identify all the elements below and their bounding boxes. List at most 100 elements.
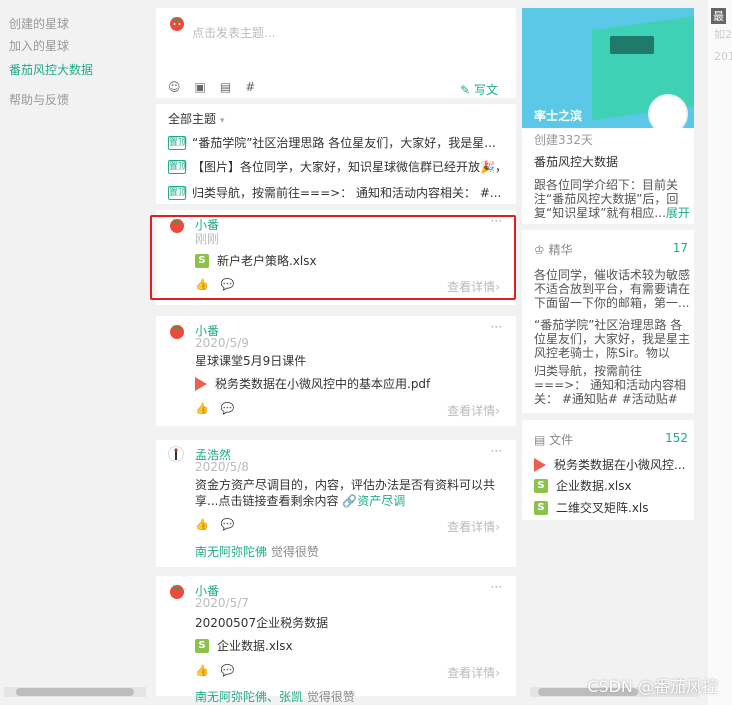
post-actions: 👍 💬: [195, 518, 234, 531]
post-text-container: 资金方资产尽调目的，内容，评估办法是否有资料可以共享...点击链接查看剩余内容 …: [195, 477, 500, 509]
comment-icon[interactable]: 💬: [221, 664, 235, 677]
more-icon[interactable]: ···: [491, 444, 502, 458]
pin-tag: 置顶: [168, 159, 188, 174]
hashtag-icon[interactable]: #: [245, 80, 255, 94]
pdf-file-icon: [195, 376, 207, 391]
hashtag-link[interactable]: 🔗资产尽调: [342, 494, 405, 508]
far-right-panel: 最 如2 201: [708, 0, 732, 705]
group-title: 番茄风控大数据: [534, 155, 619, 169]
pinned-item[interactable]: 置顶 归类导航，按需前往===>： 通知和活动内容相关： #...: [168, 184, 508, 201]
group-banner: 率士之滨: [522, 8, 694, 128]
more-icon[interactable]: ···: [491, 580, 502, 594]
digest-header[interactable]: ♔ 精华: [534, 241, 573, 258]
banner-shape: [610, 36, 654, 54]
tomato-avatar-icon: [168, 322, 186, 343]
pinned-item[interactable]: 置顶 【图片】各位同学，大家好，知识星球微信群已经开放🎉，: [168, 158, 508, 175]
watermark: CSDN @番茄风控: [587, 677, 718, 696]
owner-avatar[interactable]: [648, 94, 688, 128]
view-detail-link[interactable]: 查看详情›: [447, 664, 500, 681]
user-avatar-icon: [168, 446, 184, 465]
post-actions: 👍 💬: [195, 402, 234, 415]
sidebar-item-help[interactable]: 帮助与反馈: [9, 91, 69, 108]
pinned-topics: 全部主题 ▾ 置顶 “番茄学院”社区治理思路 各位星友们，大家好，我是星... 置…: [156, 104, 516, 204]
likes-line: 南无阿弥陀佛、张凯 觉得很赞: [195, 688, 355, 705]
pinned-item[interactable]: 置顶 “番茄学院”社区治理思路 各位星友们，大家好，我是星...: [168, 134, 508, 151]
write-article-label: 写文: [473, 83, 498, 97]
sidebar-item-created[interactable]: 创建的星球: [9, 15, 69, 32]
file-name: 企业数据.xlsx: [556, 479, 632, 493]
pdf-file-icon: [534, 457, 546, 472]
file-item[interactable]: 税务类数据在小微风控...: [534, 456, 690, 473]
pinned-item-text: 【图片】各位同学，大家好，知识星球微信群已经开放🎉，: [192, 160, 507, 174]
attachment-name: 税务类数据在小微风控中的基本应用.pdf: [215, 377, 431, 391]
likes-suffix: 觉得很赞: [306, 690, 355, 704]
write-article-button[interactable]: ✎ 写文: [460, 81, 498, 98]
like-icon[interactable]: 👍: [195, 402, 209, 415]
excel-file-icon: S: [195, 638, 209, 653]
files-card: ▤ 文件 152 税务类数据在小微风控... S 企业数据.xlsx S 二维交叉矩…: [522, 420, 694, 520]
group-info-card: 率士之滨 创建332天 番茄风控大数据 跟各位同学介绍下：目前关注“番茄风控大数…: [522, 8, 694, 224]
files-count: 152: [665, 431, 688, 445]
attachment[interactable]: S 企业数据.xlsx: [195, 637, 293, 654]
view-detail-link[interactable]: 查看详情›: [447, 402, 500, 419]
horizontal-scrollbar[interactable]: [4, 687, 146, 697]
file-item[interactable]: S 二维交叉矩阵.xls: [534, 499, 690, 516]
post-card: 孟浩然 2020/5/8 ··· 资金方资产尽调目的，内容，评估办法是否有资料可…: [156, 440, 516, 567]
more-icon[interactable]: ···: [491, 320, 502, 334]
post-actions: 👍 💬: [195, 664, 234, 677]
topic-filter-label: 全部主题: [168, 112, 217, 126]
digest-item[interactable]: “番茄学院”社区治理思路 各位星友们，大家好，我是星主风控老骑士，陈Sir。物以…: [534, 318, 692, 360]
compose-placeholder[interactable]: 点击发表主题...: [192, 24, 275, 41]
hashtag-link-label: 资产尽调: [357, 494, 406, 508]
topic-filter-dropdown[interactable]: 全部主题 ▾: [168, 110, 224, 127]
digest-count: 17: [672, 241, 688, 255]
digest-item[interactable]: 归类导航，按需前往===>： 通知和活动内容相关： #通知贴# #活动贴# 提问…: [534, 364, 692, 406]
post-card: 小番 2020/5/7 ··· 20200507企业税务数据 S 企业数据.xls…: [156, 576, 516, 704]
files-header[interactable]: ▤ 文件: [534, 431, 573, 448]
tomato-avatar-icon: [168, 582, 186, 603]
latest-caption: 最: [711, 8, 726, 24]
sidebar-item-group[interactable]: 番茄风控大数据: [9, 61, 93, 78]
sidebar-item-joined[interactable]: 加入的星球: [9, 37, 69, 54]
attachment-name: 企业数据.xlsx: [217, 639, 293, 653]
like-icon[interactable]: 👍: [195, 664, 209, 677]
compose-box[interactable]: 点击发表主题... ☺ ▣ ▤ # ✎ 写文: [156, 8, 516, 98]
like-icon[interactable]: 👍: [195, 518, 209, 531]
comment-icon[interactable]: 💬: [221, 402, 235, 415]
view-detail-label: 查看详情: [447, 520, 496, 534]
excel-file-icon: S: [534, 478, 548, 493]
comment-icon[interactable]: 💬: [221, 518, 235, 531]
expand-link[interactable]: 展开: [666, 206, 690, 220]
partial-text: 201: [714, 50, 732, 63]
group-created: 创建332天: [534, 133, 593, 147]
excel-file-icon: S: [534, 500, 548, 515]
file-icon[interactable]: ▤: [220, 80, 231, 94]
group-desc-text: 跟各位同学介绍下：目前关注“番茄风控大数据”后，回复“知识星球”就有相应...: [534, 178, 679, 220]
pin-tag: 置顶: [168, 185, 188, 200]
digest-item[interactable]: 各位同学，催收话术较为敏感不适合放到平台，有需要请在下面留一下你的邮箱，第一..…: [534, 268, 692, 310]
likers[interactable]: 南无阿弥陀佛: [195, 545, 267, 559]
highlight-box: [150, 215, 516, 300]
view-detail-link[interactable]: 查看详情›: [447, 518, 500, 535]
image-icon[interactable]: ▣: [195, 80, 206, 94]
pinned-item-text: “番茄学院”社区治理思路 各位星友们，大家好，我是星...: [192, 136, 496, 150]
files-label: 文件: [549, 433, 574, 447]
digest-label: 精华: [548, 243, 573, 257]
pin-tag: 置顶: [168, 135, 188, 150]
tomato-avatar-icon: [168, 14, 186, 35]
view-detail-label: 查看详情: [447, 404, 496, 418]
file-item[interactable]: S 企业数据.xlsx: [534, 477, 690, 494]
sidebar: 创建的星球 加入的星球 番茄风控大数据 帮助与反馈: [0, 0, 150, 705]
post-time: 2020/5/8: [195, 460, 249, 474]
group-description: 跟各位同学介绍下：目前关注“番茄风控大数据”后，回复“知识星球”就有相应...展…: [534, 178, 690, 220]
pinned-item-text: 归类导航，按需前往===>： 通知和活动内容相关： #...: [192, 186, 502, 200]
scrollbar-thumb[interactable]: [16, 688, 134, 696]
likers[interactable]: 南无阿弥陀佛、张凯: [195, 690, 303, 704]
partial-text: 如2: [714, 28, 732, 41]
file-name: 二维交叉矩阵.xls: [556, 501, 649, 515]
file-name: 税务类数据在小微风控...: [554, 458, 686, 472]
post-time: 2020/5/7: [195, 596, 249, 610]
digest-card: ♔ 精华 17 各位同学，催收话术较为敏感不适合放到平台，有需要请在下面留一下你…: [522, 230, 694, 413]
attachment[interactable]: 税务类数据在小微风控中的基本应用.pdf: [195, 375, 430, 392]
emoji-icon[interactable]: ☺: [168, 80, 181, 94]
